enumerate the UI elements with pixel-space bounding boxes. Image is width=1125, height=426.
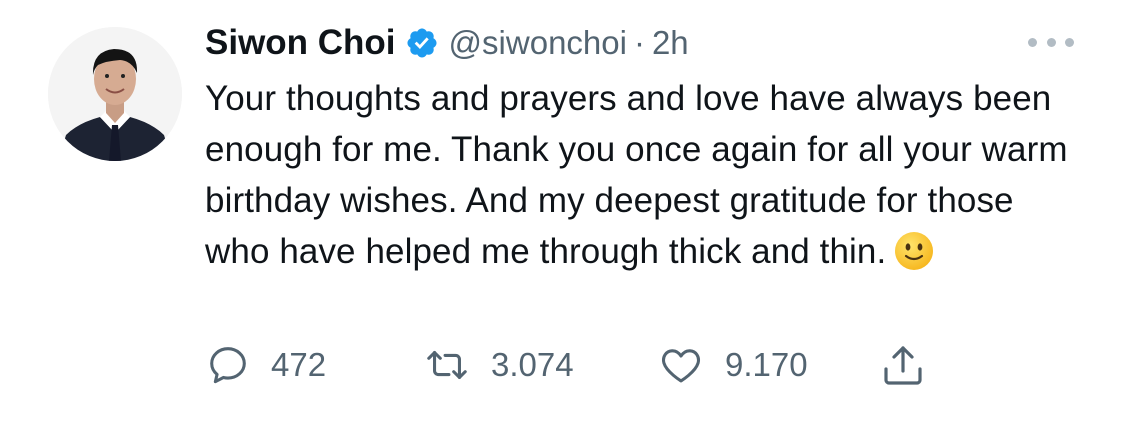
- more-dot: [1046, 37, 1056, 47]
- retweet-button[interactable]: 3.074: [423, 341, 574, 389]
- timestamp[interactable]: 2h: [652, 24, 689, 62]
- user-handle[interactable]: @siwonchoi: [449, 24, 627, 62]
- smiling-face-emoji: [894, 231, 934, 271]
- tweet-header: Siwon Choi @siwonchoi · 2h: [205, 20, 689, 66]
- more-dot: [1065, 37, 1074, 47]
- reply-icon: [205, 342, 251, 388]
- reply-button[interactable]: 472: [205, 341, 326, 389]
- verified-badge-icon: [405, 26, 439, 60]
- separator-dot: ·: [633, 24, 645, 61]
- tweet[interactable]: Siwon Choi @siwonchoi · 2h Your thoughts…: [0, 0, 1125, 426]
- tweet-text-container: Your thoughts and prayers and love have …: [205, 73, 1085, 277]
- like-count: 9.170: [725, 346, 808, 383]
- share-icon: [879, 341, 927, 389]
- display-name[interactable]: Siwon Choi: [205, 23, 396, 63]
- avatar[interactable]: [48, 27, 182, 161]
- reply-count: 472: [271, 346, 327, 383]
- more-icon[interactable]: [1028, 30, 1074, 54]
- more-dot: [1028, 37, 1037, 47]
- tweet-text: Your thoughts and prayers and love have …: [205, 79, 1068, 271]
- tweet-actions: 472 3.074 9.170: [205, 341, 965, 389]
- share-button[interactable]: [879, 341, 927, 389]
- retweet-count: 3.074: [491, 346, 574, 383]
- like-button[interactable]: 9.170: [657, 341, 808, 389]
- retweet-icon: [423, 342, 471, 388]
- like-icon: [657, 342, 705, 388]
